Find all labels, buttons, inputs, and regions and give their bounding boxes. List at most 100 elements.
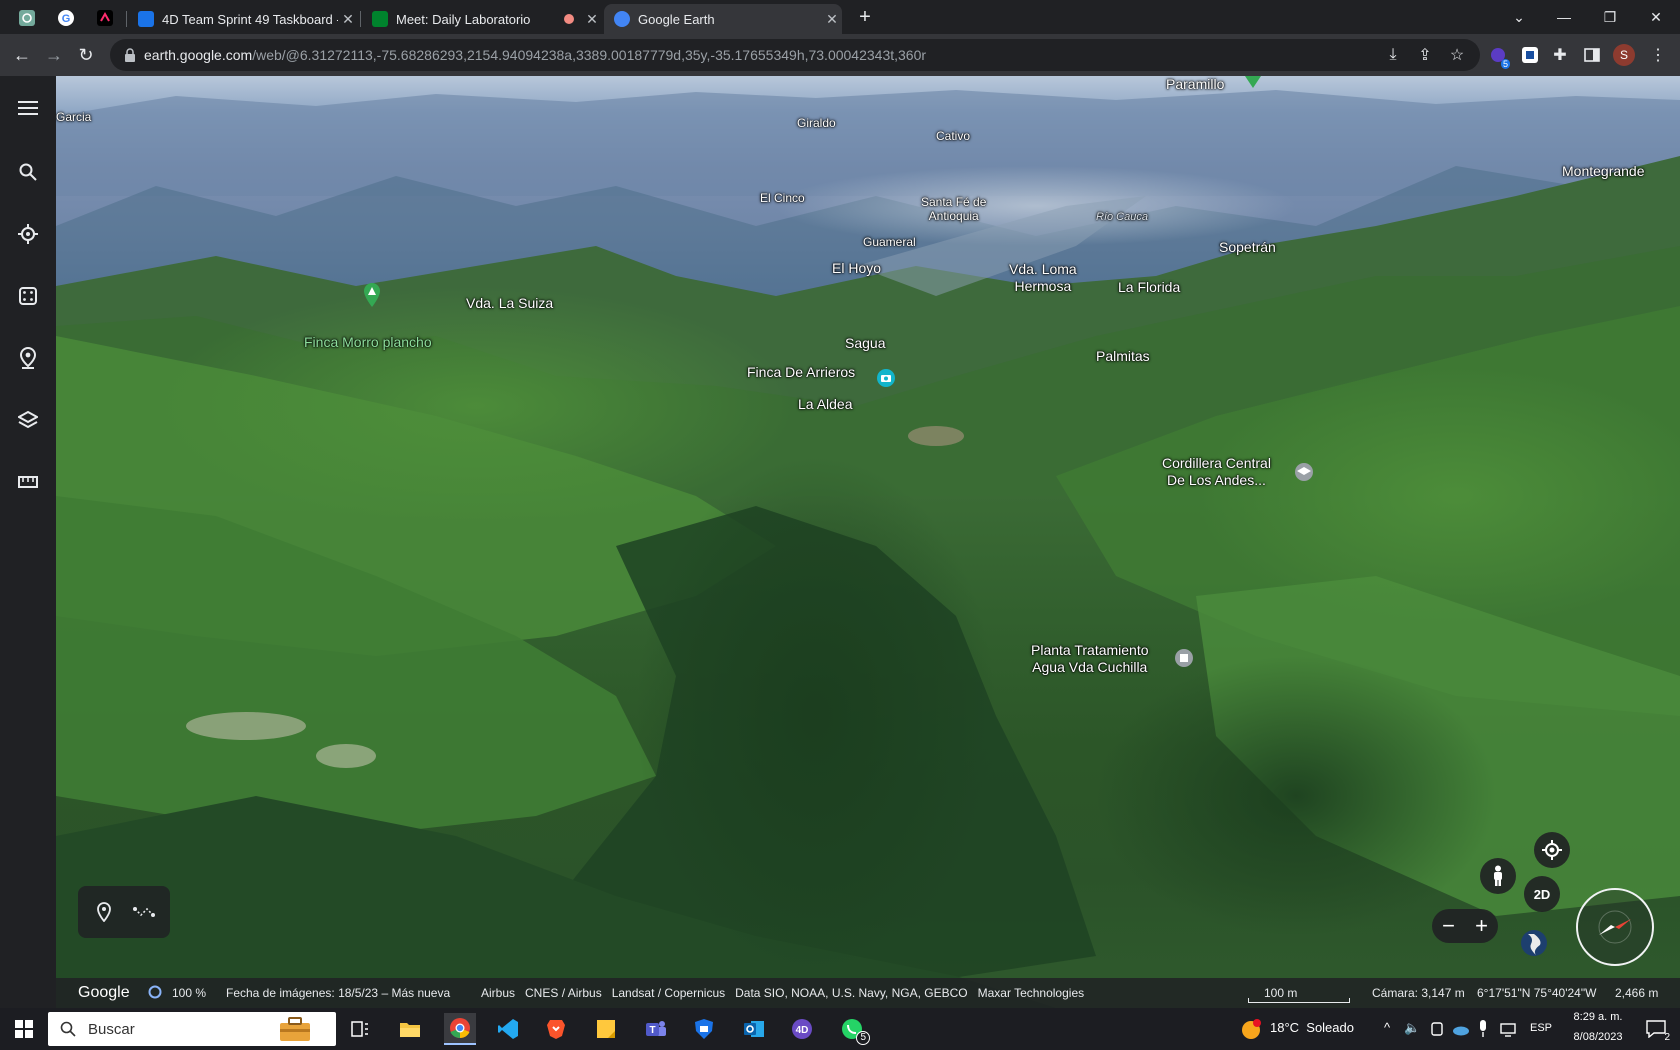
draw-path-button[interactable] (130, 898, 158, 926)
volume-icon[interactable]: 🔈 (1404, 1020, 1420, 1036)
microphone-icon[interactable] (1478, 1020, 1488, 1038)
place-label[interactable]: Paramillo (1166, 76, 1224, 93)
poi-label[interactable]: Finca De Arrieros (747, 364, 855, 381)
imagery-date[interactable]: Fecha de imágenes: 18/5/23 – Más nueva (226, 986, 450, 1000)
place-label[interactable]: Montegrande (1562, 163, 1645, 180)
notifications-button[interactable]: 2 (1640, 1013, 1672, 1045)
building-poi-icon[interactable] (1174, 648, 1194, 668)
sticky-notes-app[interactable] (590, 1013, 622, 1045)
place-label[interactable]: El Cinco (760, 191, 805, 205)
onedrive-cloud-icon[interactable] (1452, 1022, 1470, 1036)
profile-avatar[interactable]: S (1610, 41, 1638, 69)
projects-button[interactable] (12, 342, 44, 374)
weather-text[interactable]: 18°C Soleado (1270, 1020, 1354, 1035)
new-tab-button[interactable]: + (845, 0, 885, 34)
river-label[interactable]: Río Cauca (1096, 210, 1148, 224)
minimize-button[interactable]: — (1544, 0, 1584, 34)
back-button[interactable]: ← (8, 41, 36, 69)
place-label[interactable]: Sagua (845, 335, 885, 352)
start-button[interactable] (8, 1013, 40, 1045)
place-label[interactable]: Sopetrán (1219, 239, 1276, 256)
place-label[interactable]: Santa Fé de Antioquia (921, 195, 986, 223)
pinned-tab-google[interactable]: G (49, 4, 83, 32)
tab-search-button[interactable]: ⌄ (1499, 0, 1539, 34)
place-label[interactable]: Guameral (863, 235, 916, 249)
share-icon[interactable]: ⇪ (1411, 41, 1439, 69)
pegman-button[interactable] (1480, 858, 1516, 894)
brave-app[interactable] (540, 1013, 572, 1045)
poi-label[interactable]: Cordillera Central De Los Andes... (1162, 455, 1271, 489)
poi-label[interactable]: Planta Tratamiento Agua Vda Cuchilla (1031, 642, 1149, 676)
puzzle-extensions-icon[interactable]: ✚ (1546, 41, 1574, 69)
place-pin-icon[interactable] (362, 282, 382, 308)
zoom-out-button[interactable]: − (1432, 911, 1465, 941)
security-app[interactable] (688, 1013, 720, 1045)
globe-view-button[interactable] (1519, 928, 1549, 958)
teams-app[interactable]: T (640, 1013, 672, 1045)
taskbar-search[interactable]: Buscar (48, 1012, 336, 1046)
close-icon[interactable]: ✕ (822, 11, 842, 28)
menu-kebab-icon[interactable]: ⋮ (1644, 41, 1672, 69)
weather-sun-icon[interactable] (1240, 1018, 1262, 1040)
terrain-imagery (56, 90, 1680, 1008)
maximize-button[interactable]: ❐ (1590, 0, 1630, 34)
vscode-app[interactable] (492, 1013, 524, 1045)
forward-button[interactable]: → (40, 41, 68, 69)
chrome-app[interactable] (444, 1013, 476, 1045)
place-label[interactable]: La Florida (1118, 279, 1180, 296)
input-language[interactable]: ESP (1530, 1022, 1552, 1034)
place-label[interactable]: Vda. Loma Hermosa (1009, 261, 1077, 295)
poi-label[interactable]: Finca Morro plancho (304, 334, 432, 351)
pinned-tab-chatgpt[interactable] (10, 4, 44, 32)
file-explorer-app[interactable] (394, 1013, 426, 1045)
device-icon[interactable] (1430, 1022, 1444, 1036)
place-label[interactable]: Garcia (56, 110, 91, 124)
zoom-in-button[interactable]: + (1465, 911, 1498, 941)
data-attribution[interactable]: Airbus CNES / Airbus Landsat / Copernicu… (481, 986, 1084, 1000)
url-text: earth.google.com/web/@6.31272113,-75.682… (144, 47, 927, 63)
tab-google-earth[interactable]: Google Earth ✕ (604, 4, 842, 34)
place-label[interactable]: Cativo (936, 129, 970, 143)
my-location-button[interactable] (1534, 832, 1570, 868)
place-label[interactable]: El Hoyo (832, 260, 881, 277)
clock-date[interactable]: 8/08/2023 (1568, 1031, 1628, 1043)
feeling-lucky-button[interactable] (12, 280, 44, 312)
earth-3d-view[interactable]: Paramillo Garcia Giraldo Cativo Montegra… (56, 76, 1680, 1008)
voyager-button[interactable] (12, 218, 44, 250)
peak-marker-icon[interactable] (1244, 76, 1262, 90)
tab-taskboard[interactable]: 4D Team Sprint 49 Taskboard - Bo ✕ (128, 4, 358, 34)
extension-icon[interactable] (1516, 41, 1544, 69)
search-button[interactable] (12, 156, 44, 188)
close-window-button[interactable]: ✕ (1636, 0, 1676, 34)
school-poi-icon[interactable] (1294, 462, 1314, 482)
tab-meet[interactable]: Meet: Daily Laboratorio ✕ (362, 4, 602, 34)
measure-button[interactable] (12, 466, 44, 498)
camera-poi-icon[interactable] (876, 368, 896, 388)
network-icon[interactable] (1500, 1021, 1518, 1037)
place-label[interactable]: Vda. La Suiza (466, 295, 553, 312)
extension-badge-icon[interactable]: 5 (1484, 41, 1512, 69)
install-app-icon[interactable]: ⤓ (1379, 41, 1407, 69)
compass[interactable] (1576, 888, 1654, 966)
clock-time[interactable]: 8:29 a. m. (1568, 1011, 1628, 1023)
whatsapp-badge: 5 (856, 1031, 870, 1045)
task-view-button[interactable] (344, 1013, 376, 1045)
close-icon[interactable]: ✕ (582, 11, 602, 28)
show-hidden-icons-chevron-icon[interactable]: ^ (1384, 1020, 1390, 1035)
main-menu-button[interactable] (12, 92, 44, 124)
place-label[interactable]: La Aldea (798, 396, 853, 413)
bookmark-star-icon[interactable]: ☆ (1443, 41, 1471, 69)
close-icon[interactable]: ✕ (338, 11, 358, 28)
4d-app[interactable]: 4D (786, 1013, 818, 1045)
whatsapp-app[interactable]: 5 (836, 1013, 870, 1045)
add-placemark-button[interactable] (90, 898, 118, 926)
side-panel-icon[interactable] (1578, 41, 1606, 69)
reload-button[interactable]: ↻ (72, 41, 100, 69)
place-label[interactable]: Giraldo (797, 116, 836, 130)
map-style-button[interactable] (12, 404, 44, 436)
place-label[interactable]: Palmitas (1096, 348, 1150, 365)
toggle-2d-button[interactable]: 2D (1524, 876, 1560, 912)
outlook-app[interactable] (738, 1013, 770, 1045)
address-bar[interactable]: earth.google.com/web/@6.31272113,-75.682… (110, 39, 1480, 71)
pinned-tab-app[interactable] (88, 4, 122, 32)
